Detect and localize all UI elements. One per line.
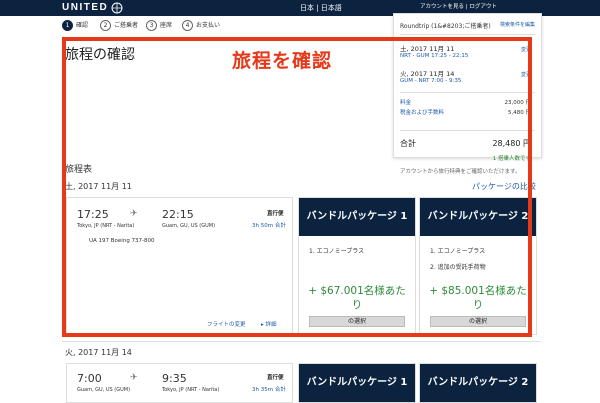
package-title[interactable]: バンドルパッケージ 2 <box>420 364 536 402</box>
step-confirm[interactable]: 1 確認 <box>62 20 88 31</box>
globe-logo-icon <box>111 2 123 14</box>
return-bundle-package-1: バンドルパッケージ 1 <box>298 363 416 403</box>
language-selector[interactable]: 日本 | 日本語 <box>300 3 342 13</box>
depart-time: 7:00 <box>77 372 102 385</box>
trip-type: Roundtrip (1&#8203;ご搭乗者) <box>400 23 491 30</box>
divider <box>400 34 535 35</box>
nonstop-label: 直行便 <box>267 375 284 381</box>
account-menu: アカウントを見る | ログアウト <box>420 4 497 10</box>
highlight-annotation-box <box>62 37 532 337</box>
arrive-time: 9:35 <box>162 372 187 385</box>
united-logo[interactable]: UNITED <box>62 2 108 13</box>
account-link[interactable]: アカウントを見る <box>420 4 464 10</box>
arrive-city: Tokyo, JP (NRT - Narita) <box>162 387 220 393</box>
step-seats[interactable]: 3 座席 <box>146 20 172 31</box>
depart-city: Guam, GU, US (GUM) <box>77 387 131 393</box>
edit-search-link[interactable]: 検索条件を編集 <box>500 21 535 28</box>
return-bundle-package-2: バンドルパッケージ 2 <box>419 363 537 403</box>
airplane-icon: ✈ <box>130 373 138 383</box>
flight-duration: 3h 35m 合計 <box>252 387 286 393</box>
package-title[interactable]: バンドルパッケージ 1 <box>299 364 415 402</box>
return-date: 火, 2017 11月 14 <box>65 348 132 357</box>
step-passengers[interactable]: 2 ご搭乗者 <box>100 20 138 31</box>
section-divider <box>62 341 540 342</box>
step-payment[interactable]: 4 お支払い <box>182 20 220 31</box>
return-flight-card: 7:00 ✈ 9:35 Guam, GU, US (GUM) Tokyo, JP… <box>66 363 293 403</box>
logout-link[interactable]: ログアウト <box>469 4 497 10</box>
